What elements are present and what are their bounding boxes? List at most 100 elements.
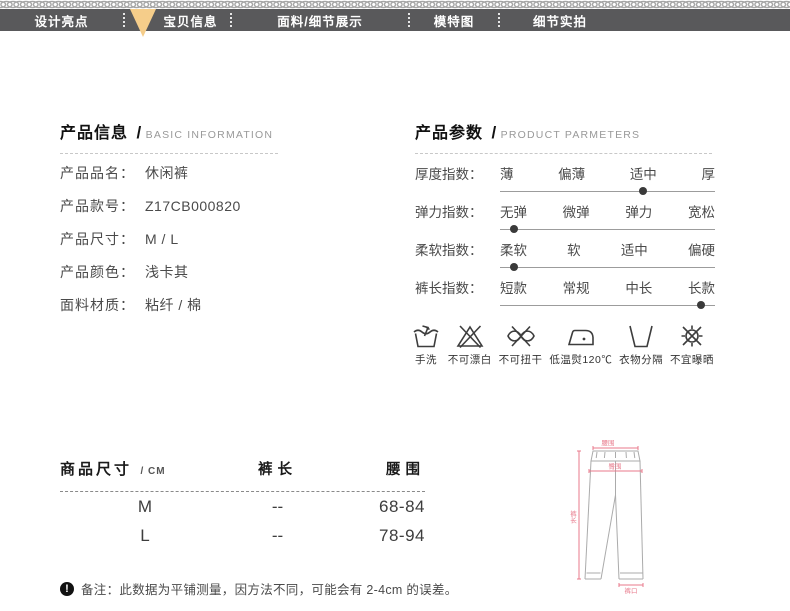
- care-label: 低温熨120℃: [549, 352, 612, 367]
- size-table-title: 商品尺寸: [60, 461, 132, 478]
- care-item: 低温熨120℃: [549, 323, 612, 367]
- basic-info-heading: 产品信息 / BASIC INFORMATION: [60, 119, 278, 154]
- param-label: 弹力指数：: [415, 204, 500, 230]
- info-value: 粘纤 / 棉: [145, 295, 202, 315]
- diagram-length-label: 裤长: [569, 509, 577, 525]
- info-row-style-number: 产品款号： Z17CB000820: [60, 189, 241, 222]
- slash: /: [136, 123, 141, 142]
- size-table: 商品尺寸 / CM 裤长 腰围 M -- 68-84 L -- 78-94: [60, 458, 425, 550]
- tab-detail-shots[interactable]: 细节实拍: [500, 9, 620, 31]
- param-option: 偏薄: [558, 166, 585, 184]
- care-item: 不可扭干: [499, 323, 543, 367]
- active-tab-arrow-icon: [130, 9, 156, 37]
- param-option: 无弹: [500, 204, 527, 222]
- info-value: 休闲裤: [145, 163, 189, 183]
- no-bleach-icon: [455, 323, 485, 349]
- care-instructions: 手洗 不可漂白 不可扭干 低温熨120℃: [411, 323, 714, 367]
- param-option: 常规: [563, 280, 590, 298]
- tab-label: 面料/细节展示: [277, 11, 362, 30]
- table-row: M -- 68-84: [60, 492, 425, 521]
- param-row-softness: 柔软指数： 柔软 软 适中 偏硬: [415, 242, 715, 268]
- info-value: Z17CB000820: [145, 198, 241, 214]
- measurement-note: ! 备注：此数据为平铺测量，因方法不同，可能会有 2-4cm 的误差。: [60, 579, 458, 598]
- column-pant-length: 裤长: [230, 458, 325, 479]
- info-row-size: 产品尺寸： M / L: [60, 222, 241, 255]
- param-row-elasticity: 弹力指数： 无弹 微弹 弹力 宽松: [415, 204, 715, 230]
- param-option: 适中: [630, 166, 657, 184]
- param-option: 适中: [621, 242, 648, 260]
- size-cell: M: [60, 497, 230, 517]
- iron-low-temp-icon: [566, 323, 596, 349]
- info-label: 面料材质：: [60, 295, 135, 315]
- info-value: 浅卡其: [145, 262, 189, 282]
- note-text: 备注：此数据为平铺测量，因方法不同，可能会有 2-4cm 的误差。: [81, 579, 458, 598]
- param-row-pant-length: 裤长指数： 短款 常规 中长 长款: [415, 280, 715, 306]
- param-option: 偏硬: [688, 242, 715, 260]
- care-item: 不可漂白: [448, 323, 492, 367]
- size-table-header: 商品尺寸 / CM 裤长 腰围: [60, 458, 425, 484]
- param-option: 宽松: [688, 204, 715, 222]
- param-scale: 柔软 软 适中 偏硬: [500, 242, 715, 268]
- pants-diagram-svg: 腰围 臀围 裤长 裤口: [548, 437, 658, 595]
- no-sun-exposure-icon: [677, 323, 707, 349]
- diagram-hip-label: 臀围: [609, 463, 622, 471]
- parameter-list: 厚度指数： 薄 偏薄 适中 厚 弹力指数： 无弹 微弹 弹力 宽松 柔软指数： …: [415, 166, 715, 318]
- param-scale: 薄 偏薄 适中 厚: [500, 166, 715, 192]
- param-option: 软: [567, 242, 581, 260]
- parameters-heading: 产品参数 / PRODUCT PARMETERS: [415, 119, 712, 154]
- param-label: 柔软指数：: [415, 242, 500, 268]
- size-table-title-cell: 商品尺寸 / CM: [60, 458, 230, 479]
- dashed-rule: [415, 153, 712, 154]
- tab-fabric-details[interactable]: 面料/细节展示: [232, 9, 408, 31]
- slash: /: [491, 123, 496, 142]
- separate-wash-icon: [626, 323, 656, 349]
- tab-design-highlights[interactable]: 设计亮点: [0, 9, 123, 31]
- dashed-rule: [60, 153, 278, 154]
- pants-measurement-diagram: 腰围 臀围 裤长 裤口: [548, 437, 658, 600]
- info-row-material: 面料材质： 粘纤 / 棉: [60, 288, 241, 321]
- tab-label: 宝贝信息: [163, 11, 217, 30]
- info-label: 产品颜色：: [60, 262, 135, 282]
- param-option: 厚: [701, 166, 715, 184]
- care-label: 衣物分隔: [619, 352, 663, 367]
- param-option: 柔软: [500, 242, 527, 260]
- section-subtitle: PRODUCT PARMETERS: [501, 129, 641, 141]
- section-title: 产品参数: [415, 125, 483, 142]
- info-value: M / L: [145, 231, 179, 247]
- param-option: 弹力: [625, 204, 652, 222]
- info-row-name: 产品品名： 休闲裤: [60, 156, 241, 189]
- param-option: 短款: [500, 280, 527, 298]
- care-item: 不宜曝晒: [670, 323, 714, 367]
- info-label: 产品款号：: [60, 196, 135, 216]
- param-label: 厚度指数：: [415, 166, 500, 192]
- param-row-thickness: 厚度指数： 薄 偏薄 适中 厚: [415, 166, 715, 192]
- param-option: 长款: [688, 280, 715, 298]
- table-row: L -- 78-94: [60, 521, 425, 550]
- tab-product-info[interactable]: 宝贝信息: [125, 9, 230, 31]
- section-subtitle: BASIC INFORMATION: [146, 129, 274, 141]
- care-label: 手洗: [415, 352, 437, 367]
- param-scale: 无弹 微弹 弹力 宽松: [500, 204, 715, 230]
- product-detail-page: 设计亮点 宝贝信息 面料/细节展示 模特图 细节实拍 产品信息 / BASIC …: [0, 0, 790, 611]
- param-option: 微弹: [563, 204, 590, 222]
- tab-model-photos[interactable]: 模特图: [410, 9, 498, 31]
- info-label: 产品品名：: [60, 163, 135, 183]
- info-row-color: 产品颜色： 浅卡其: [60, 255, 241, 288]
- length-cell: --: [230, 526, 325, 546]
- column-waist: 腰围: [325, 458, 425, 479]
- size-table-unit: / CM: [140, 466, 165, 477]
- care-item: 手洗: [411, 323, 441, 367]
- section-title: 产品信息: [60, 125, 128, 142]
- size-cell: L: [60, 526, 230, 546]
- diagram-hem-label: 裤口: [625, 586, 638, 595]
- top-nav: 设计亮点 宝贝信息 面料/细节展示 模特图 细节实拍: [0, 9, 790, 31]
- waist-cell: 78-94: [325, 526, 425, 546]
- no-wring-icon: [505, 323, 537, 349]
- exclamation-icon: !: [60, 582, 74, 596]
- tab-label: 模特图: [434, 11, 475, 30]
- hand-wash-icon: [411, 323, 441, 349]
- waist-cell: 68-84: [325, 497, 425, 517]
- care-label: 不宜曝晒: [670, 352, 714, 367]
- param-label: 裤长指数：: [415, 280, 500, 306]
- diagram-waist-label: 腰围: [602, 439, 615, 447]
